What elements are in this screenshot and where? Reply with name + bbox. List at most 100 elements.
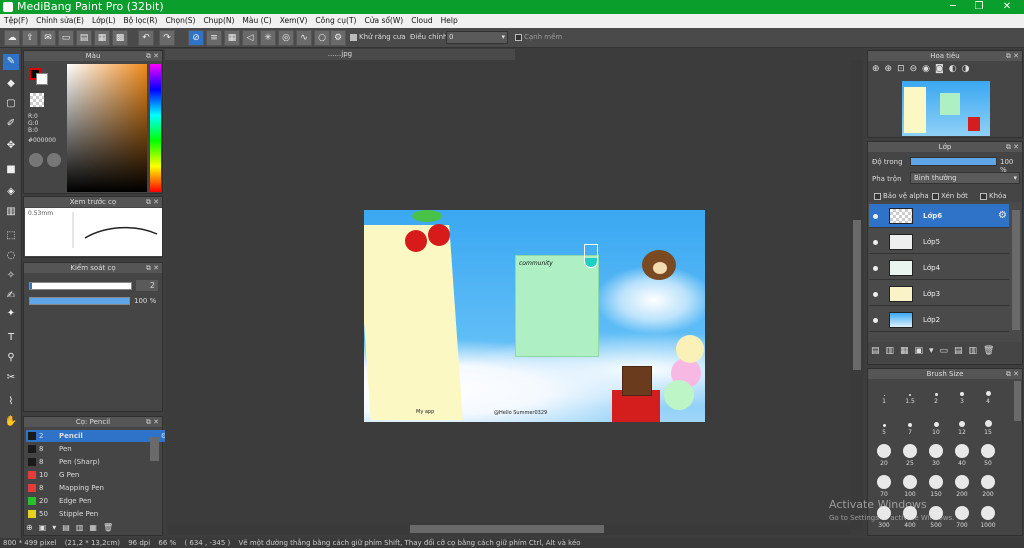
- gear-icon[interactable]: ⚙: [998, 204, 1007, 228]
- brush-item[interactable]: 2 Pencil ⚙: [26, 430, 169, 442]
- brush-size-option[interactable]: 20: [871, 444, 897, 467]
- select-eraser-icon[interactable]: ✦: [3, 306, 19, 322]
- brush-size-option[interactable]: 2: [923, 382, 949, 405]
- brush-size-scrollbar[interactable]: [1014, 381, 1021, 421]
- page-icon[interactable]: ▦: [94, 30, 110, 46]
- pen-tool-icon[interactable]: ✐: [3, 116, 19, 132]
- menu-cloud[interactable]: Cloud: [407, 14, 436, 28]
- circle-snap-icon[interactable]: ◎: [278, 30, 294, 46]
- brush-item[interactable]: 8 Pen (Sharp): [26, 456, 169, 468]
- layer-row[interactable]: Lớp4: [869, 256, 1009, 280]
- brush-item[interactable]: 8 Pen: [26, 443, 169, 455]
- menu-tools[interactable]: Công cụ(T): [311, 14, 360, 28]
- radial-snap-icon[interactable]: ✳: [260, 30, 276, 46]
- layer-row[interactable]: Lớp6 ⚙: [869, 204, 1009, 228]
- brush-tool-icon[interactable]: ✎: [3, 54, 19, 70]
- document-icon[interactable]: ▤: [76, 30, 92, 46]
- select-pen-icon[interactable]: ✍: [3, 288, 19, 304]
- brush-item[interactable]: 20 Edge Pen: [26, 495, 169, 507]
- menu-snap[interactable]: Chụp(N): [199, 14, 238, 28]
- brush-list-scrollbar[interactable]: [150, 437, 159, 461]
- color-wheel-icon[interactable]: [47, 153, 61, 167]
- crosshatch-snap-icon[interactable]: ▦: [224, 30, 240, 46]
- layer-row[interactable]: Lớp3: [869, 282, 1009, 306]
- undo-icon[interactable]: ↶: [138, 30, 154, 46]
- operation-tool-icon[interactable]: ⚲: [3, 350, 19, 366]
- menu-file[interactable]: Tệp(F): [0, 14, 32, 28]
- protect-alpha-checkbox[interactable]: [874, 192, 881, 200]
- eye-icon[interactable]: [873, 214, 878, 219]
- lock-checkbox[interactable]: [980, 192, 987, 200]
- background-color-swatch[interactable]: [36, 73, 48, 85]
- clipping-checkbox[interactable]: [932, 192, 939, 200]
- dot-tool-icon[interactable]: ▢: [3, 96, 19, 112]
- brush-size-option[interactable]: 1: [871, 382, 897, 405]
- navigator-thumbnail[interactable]: [902, 81, 990, 136]
- menu-window[interactable]: Cửa sổ(W): [360, 14, 407, 28]
- vanish-snap-icon[interactable]: ◁: [242, 30, 258, 46]
- redo-icon[interactable]: ↷: [159, 30, 175, 46]
- menu-help[interactable]: Help: [437, 14, 462, 28]
- upload-icon[interactable]: ⇪: [22, 30, 38, 46]
- transparent-color-swatch[interactable]: [30, 93, 44, 107]
- divide-tool-icon[interactable]: ✂: [3, 370, 19, 386]
- canvas-vertical-scrollbar[interactable]: [851, 60, 863, 530]
- smooth-checkbox[interactable]: [515, 33, 522, 41]
- layer-actions[interactable]: ▤▥▦▣▾▭▤▥🗑: [871, 346, 1000, 356]
- brush-size-option[interactable]: 70: [871, 475, 897, 498]
- eyedropper-tool-icon[interactable]: ⌇: [3, 394, 19, 410]
- fill-tool-icon[interactable]: ◈: [3, 184, 19, 200]
- artwork-canvas[interactable]: My app community @Hello Summer0329: [364, 210, 705, 422]
- message-icon[interactable]: ▭: [58, 30, 74, 46]
- menu-select[interactable]: Chọn(S): [161, 14, 199, 28]
- brush-size-option[interactable]: 12: [949, 413, 975, 436]
- text-tool-icon[interactable]: T: [3, 330, 19, 346]
- eye-icon[interactable]: [873, 266, 878, 271]
- eye-icon[interactable]: [873, 292, 878, 297]
- ellipse-snap-icon[interactable]: ○: [314, 30, 330, 46]
- antialias-checkbox[interactable]: [350, 33, 357, 41]
- brush-opacity-slider[interactable]: [29, 297, 130, 305]
- comment-icon[interactable]: ✉: [40, 30, 56, 46]
- hue-slider[interactable]: [150, 64, 161, 192]
- brush-size-option[interactable]: 200: [975, 475, 1001, 498]
- menu-filter[interactable]: Bộ lọc(R): [120, 14, 162, 28]
- gradient-tool-icon[interactable]: ▥: [3, 204, 19, 220]
- eraser-tool-icon[interactable]: ◆: [3, 76, 19, 92]
- curve-snap-icon[interactable]: ∿: [296, 30, 312, 46]
- navigator-zoom-controls[interactable]: ⊕⊕⊡⊖◉◙◐◑: [872, 64, 974, 74]
- palette-icon[interactable]: [29, 153, 43, 167]
- cloud-icon[interactable]: ☁: [4, 30, 20, 46]
- menu-edit[interactable]: Chỉnh sửa(E): [32, 14, 88, 28]
- brush-size-option[interactable]: 40: [949, 444, 975, 467]
- hand-tool-icon[interactable]: ✋: [3, 414, 19, 430]
- move-tool-icon[interactable]: ✥: [3, 138, 19, 154]
- brush-size-option[interactable]: 15: [975, 413, 1001, 436]
- maximize-button[interactable]: ❐: [966, 0, 992, 14]
- parallel-snap-icon[interactable]: ≡: [206, 30, 222, 46]
- layer-blend-select[interactable]: Bình thường ▾: [910, 172, 1020, 184]
- brush-size-option[interactable]: 150: [923, 475, 949, 498]
- brush-size-option[interactable]: 100: [897, 475, 923, 498]
- adjust-select[interactable]: 0 ▾: [446, 31, 508, 44]
- brush-size-value[interactable]: 2: [136, 280, 158, 291]
- canvas-horizontal-scrollbar[interactable]: [168, 524, 851, 535]
- brush-item[interactable]: 50 Stipple Pen: [26, 508, 169, 520]
- brush-size-option[interactable]: 30: [923, 444, 949, 467]
- menu-view[interactable]: Xem(V): [276, 14, 312, 28]
- brush-size-option[interactable]: 3: [949, 382, 975, 405]
- layer-row[interactable]: Lớp2: [869, 308, 1009, 332]
- menu-color[interactable]: Màu (C): [238, 14, 275, 28]
- close-button[interactable]: ✕: [994, 0, 1020, 14]
- document-tab[interactable]: ......jpg: [165, 49, 515, 60]
- color-saturation-area[interactable]: [67, 64, 147, 192]
- brush-size-option[interactable]: 1.5: [897, 382, 923, 405]
- brush-size-slider[interactable]: [29, 282, 132, 290]
- brush-size-option[interactable]: 4: [975, 382, 1001, 405]
- brush-item[interactable]: 10 G Pen: [26, 469, 169, 481]
- select-tool-icon[interactable]: ⬚: [3, 228, 19, 244]
- layer-row[interactable]: Lớp5: [869, 230, 1009, 254]
- shape-tool-icon[interactable]: ■: [3, 162, 19, 178]
- eye-icon[interactable]: [873, 318, 878, 323]
- settings-snap-icon[interactable]: ⚙: [330, 30, 346, 46]
